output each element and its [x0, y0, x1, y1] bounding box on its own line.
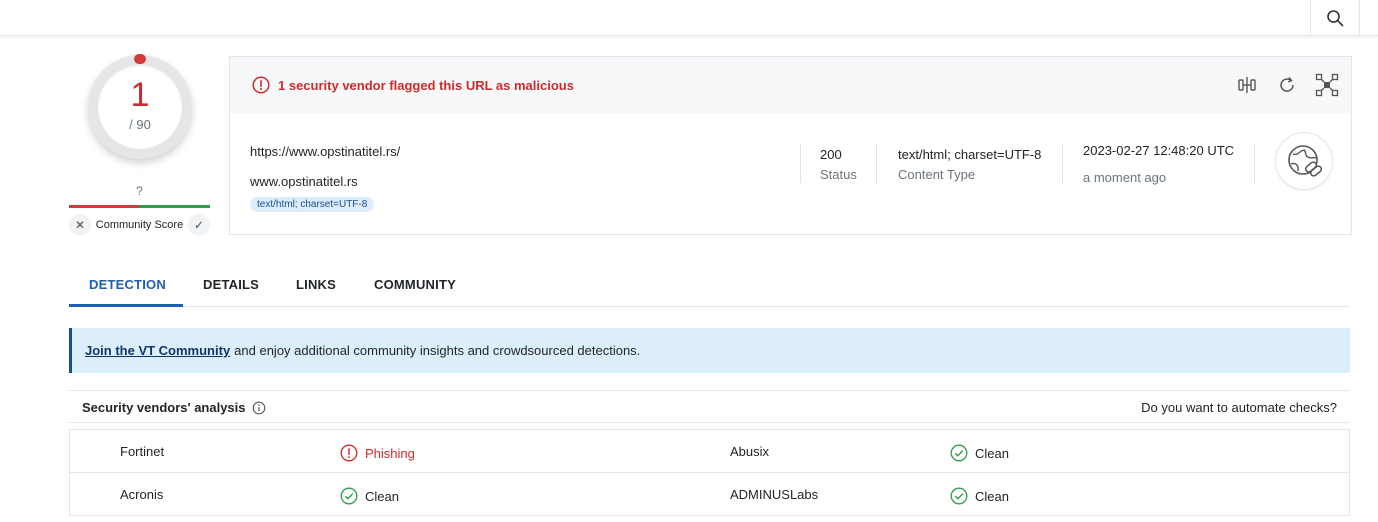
close-icon: ✕	[74, 218, 86, 232]
banner-text: and enjoy additional community insights …	[234, 343, 641, 358]
vendor-name: Abusix	[730, 444, 770, 459]
community-score: ✕ Community Score ✓	[69, 214, 210, 236]
compare-button[interactable]	[1235, 73, 1259, 97]
vendor-name: Acronis	[120, 487, 164, 502]
alert-text: 1 security vendor flagged this URL as ma…	[278, 77, 574, 93]
status-label: Status	[820, 167, 857, 182]
search-icon	[1327, 9, 1344, 26]
meta-divider	[1254, 144, 1255, 183]
graph-button[interactable]	[1315, 73, 1339, 97]
community-score-label: Community Score	[95, 219, 184, 231]
info-icon[interactable]	[252, 401, 266, 415]
refresh-icon	[1280, 77, 1294, 92]
vendor-result: Clean	[340, 487, 399, 505]
vendors-table: Fortinet Phishing Abusix Clean Acronis C…	[69, 429, 1350, 516]
active-tab-indicator	[69, 304, 183, 307]
check-circle-icon	[340, 487, 358, 505]
check-icon: ✓	[193, 218, 205, 232]
date-meta: 2023-02-27 12:48:20 UTC a moment ago	[1083, 143, 1234, 185]
scanned-url[interactable]: https://www.opstinatitel.rs/	[250, 144, 400, 159]
community-bar-positive	[139, 205, 210, 208]
url-type-badge	[1275, 132, 1333, 190]
score-total: / 90	[129, 117, 151, 132]
host-name[interactable]: www.opstinatitel.rs	[250, 174, 358, 189]
tab-detection[interactable]: DETECTION	[89, 277, 166, 292]
tab-bar: DETECTION DETAILS LINKS COMMUNITY	[69, 264, 1350, 307]
content-type-label: Content Type	[898, 167, 976, 182]
score-indicator	[134, 54, 146, 64]
dislike-button[interactable]: ✕	[69, 214, 91, 236]
vendors-header: Security vendors' analysis Do you want t…	[69, 390, 1350, 423]
vendor-name: ADMINUSLabs	[730, 487, 819, 502]
top-bar	[0, 0, 1378, 36]
vendor-name: Fortinet	[120, 444, 165, 459]
graph-icon	[1315, 73, 1339, 97]
alert-circle-icon	[340, 444, 358, 462]
table-row: Acronis Clean ADMINUSLabs Clean	[70, 473, 1349, 516]
community-banner: Join the VT Community and enjoy addition…	[69, 328, 1350, 373]
community-score-bar	[69, 205, 210, 208]
globe-link-icon	[1288, 145, 1323, 177]
card-tools	[1235, 73, 1339, 97]
tab-links[interactable]: LINKS	[296, 277, 336, 292]
like-button[interactable]: ✓	[187, 214, 210, 236]
result-label: Phishing	[365, 445, 415, 461]
reanalyze-button[interactable]	[1275, 73, 1299, 97]
scan-date-relative: a moment ago	[1083, 170, 1167, 185]
join-community-link[interactable]: Join the VT Community	[85, 343, 230, 358]
meta-divider	[876, 144, 877, 183]
scan-date: 2023-02-27 12:48:20 UTC	[1083, 143, 1235, 158]
result-label: Clean	[975, 488, 1009, 504]
malicious-alert: 1 security vendor flagged this URL as ma…	[252, 76, 574, 94]
check-circle-icon	[950, 487, 968, 505]
community-score-value: ?	[136, 184, 143, 198]
content-type-tag[interactable]: text/html; charset=UTF-8	[250, 197, 375, 212]
detection-score-gauge: 1 / 90	[88, 54, 192, 159]
content-type-value: text/html; charset=UTF-8	[898, 147, 1042, 162]
vendor-result: Clean	[950, 444, 1009, 462]
tab-community[interactable]: COMMUNITY	[374, 277, 456, 292]
vendors-title: Security vendors' analysis	[82, 400, 246, 415]
status-value: 200	[820, 147, 842, 162]
community-bar-negative	[69, 205, 139, 208]
vendor-result: Phishing	[340, 444, 415, 462]
search-button[interactable]	[1310, 0, 1360, 36]
card-header: 1 security vendor flagged this URL as ma…	[230, 57, 1351, 113]
result-label: Clean	[365, 488, 399, 504]
content-type-meta: text/html; charset=UTF-8 Content Type	[898, 147, 1041, 182]
score-value: 1	[130, 76, 150, 114]
automate-checks-link[interactable]: Do you want to automate checks?	[1141, 400, 1337, 415]
url-summary-card: 1 security vendor flagged this URL as ma…	[229, 56, 1352, 235]
tab-details[interactable]: DETAILS	[203, 277, 259, 292]
alert-circle-icon	[252, 76, 270, 94]
vendor-result: Clean	[950, 487, 1009, 505]
result-label: Clean	[975, 445, 1009, 461]
compare-icon	[1238, 77, 1256, 93]
meta-divider	[800, 144, 801, 183]
meta-divider	[1062, 144, 1063, 183]
status-meta: 200 Status	[820, 147, 857, 182]
table-row: Fortinet Phishing Abusix Clean	[70, 430, 1349, 473]
check-circle-icon	[950, 444, 968, 462]
